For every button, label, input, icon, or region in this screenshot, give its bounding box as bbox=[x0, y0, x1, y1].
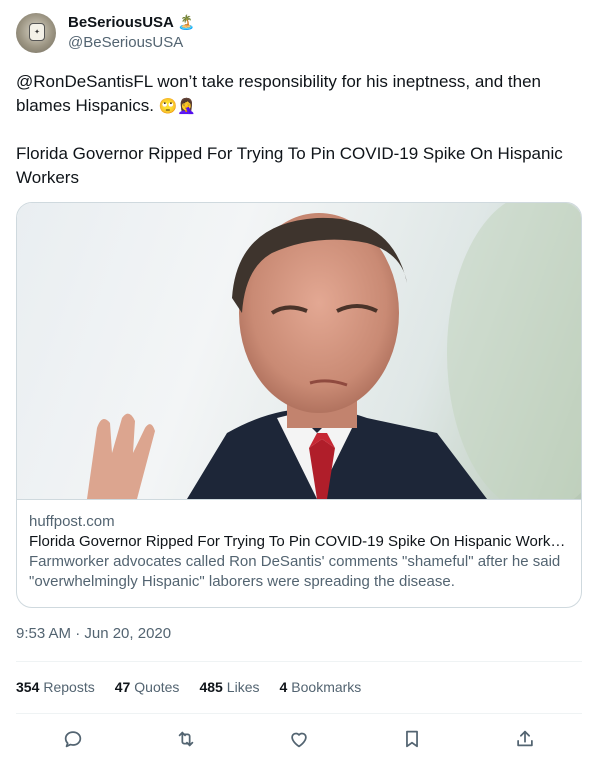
stat-count: 354 bbox=[16, 679, 40, 695]
link-card[interactable]: huffpost.com Florida Governor Ripped For… bbox=[16, 202, 582, 608]
share-button[interactable] bbox=[508, 724, 542, 754]
like-button[interactable] bbox=[282, 724, 316, 754]
stat-label: Reposts bbox=[43, 679, 95, 695]
divider bbox=[16, 713, 582, 714]
repost-icon bbox=[178, 731, 194, 747]
stat-label: Quotes bbox=[134, 679, 180, 695]
user-handle[interactable]: @BeSeriousUSA bbox=[68, 33, 195, 53]
display-name-row: BeSeriousUSA 🏝️ bbox=[68, 13, 195, 33]
stat-label: Bookmarks bbox=[291, 679, 362, 695]
stat-likes[interactable]: 485 Likes bbox=[199, 677, 259, 697]
like-icon bbox=[291, 732, 307, 748]
stat-count: 47 bbox=[114, 679, 131, 695]
author-names: BeSeriousUSA 🏝️ @BeSeriousUSA bbox=[68, 13, 195, 53]
stat-label: Likes bbox=[226, 679, 260, 695]
tweet-actions bbox=[16, 724, 582, 754]
divider bbox=[16, 661, 582, 662]
reply-icon bbox=[64, 731, 81, 748]
stat-quotes[interactable]: 47 Quotes bbox=[115, 677, 180, 697]
stat-bookmarks[interactable]: 4 Bookmarks bbox=[279, 677, 361, 697]
stat-reposts[interactable]: 354 Reposts bbox=[16, 677, 95, 697]
tweet-header: ✦ BeSeriousUSA 🏝️ @BeSeriousUSA bbox=[16, 12, 195, 54]
share-icon bbox=[517, 730, 534, 747]
tweet-paragraph-1: @RonDeSantisFL won’t take responsibility… bbox=[16, 70, 582, 118]
display-name[interactable]: BeSeriousUSA bbox=[68, 13, 174, 33]
bookmark-button[interactable] bbox=[395, 724, 429, 754]
portrait-photo bbox=[87, 203, 581, 499]
stat-count: 485 bbox=[199, 679, 223, 695]
bookmark-icon bbox=[406, 730, 419, 748]
card-image[interactable] bbox=[17, 203, 581, 499]
island-emoji-icon: 🏝️ bbox=[177, 15, 196, 31]
avatar[interactable]: ✦ bbox=[16, 13, 56, 53]
card-meta: huffpost.com Florida Governor Ripped For… bbox=[17, 499, 581, 592]
avatar-icon: ✦ bbox=[29, 23, 45, 41]
tweet-stats: 354 Reposts 47 Quotes 485 Likes 4 Bookmarks bbox=[16, 677, 381, 697]
tweet-text: @RonDeSantisFL won’t take responsibility… bbox=[16, 70, 582, 214]
card-title[interactable]: Florida Governor Ripped For Trying To Pi… bbox=[29, 532, 569, 552]
reply-button[interactable] bbox=[56, 724, 90, 754]
card-description: Farmworker advocates called Ron DeSantis… bbox=[29, 553, 561, 590]
repost-button[interactable] bbox=[169, 724, 203, 754]
eye-roll-facepalm-emoji-icon: 🙄🤦‍♀️ bbox=[158, 97, 197, 115]
tweet-line-1: @RonDeSantisFL won’t take responsibility… bbox=[16, 72, 542, 115]
card-domain: huffpost.com bbox=[29, 513, 115, 530]
stat-count: 4 bbox=[279, 679, 288, 695]
tweet-paragraph-2: Florida Governor Ripped For Trying To Pi… bbox=[16, 144, 563, 187]
tweet-timestamp[interactable]: 9:53 AM · Jun 20, 2020 bbox=[16, 624, 171, 644]
